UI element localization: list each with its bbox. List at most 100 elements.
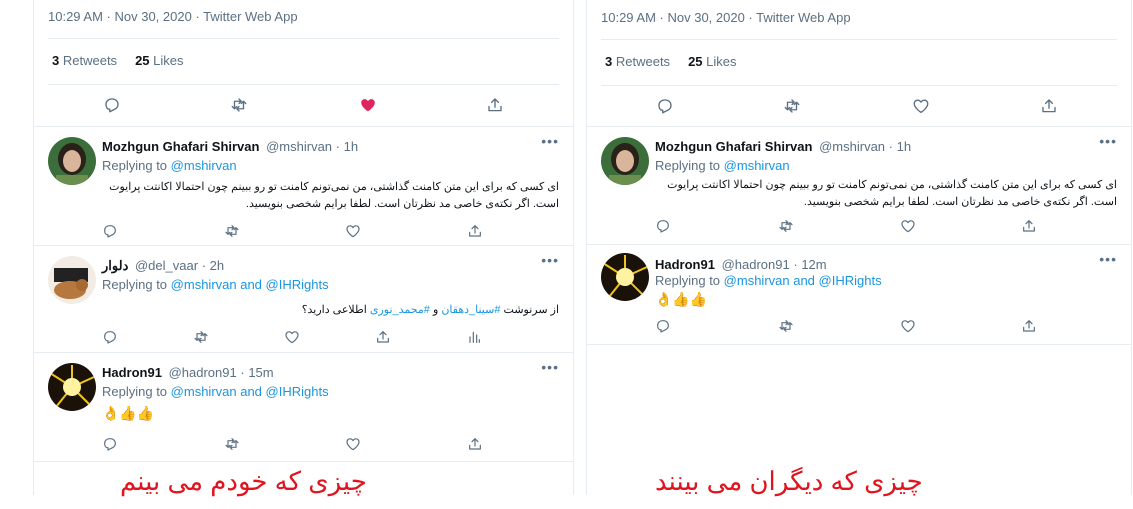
user-name[interactable]: Hadron91 — [655, 257, 715, 272]
divider — [601, 39, 1117, 40]
avatar[interactable] — [48, 256, 96, 304]
like-icon[interactable] — [345, 223, 361, 239]
user-name[interactable]: Hadron91 — [102, 365, 162, 380]
separator-dot: · — [335, 139, 340, 154]
replying-to-link[interactable]: @mshirvan and @IHRights — [724, 273, 882, 288]
replying-to-link[interactable]: @mshirvan and @IHRights — [171, 384, 329, 399]
replying-to-link[interactable]: @mshirvan — [171, 158, 237, 173]
share-icon[interactable] — [467, 436, 483, 452]
left-tweet-panel: 10:29 AM · Nov 30, 2020 · Twitter Web Ap… — [33, 0, 574, 495]
more-options-icon[interactable]: ••• — [1099, 251, 1117, 267]
timestamp[interactable]: 2h — [210, 258, 224, 273]
reply-actions — [102, 436, 559, 454]
reply-actions — [102, 329, 559, 347]
timestamp[interactable]: 1h — [897, 139, 911, 154]
replying-to: Replying to @mshirvan and @IHRights — [655, 273, 882, 288]
avatar[interactable] — [48, 137, 96, 185]
likes-link[interactable]: 25 Likes — [135, 53, 183, 68]
user-name[interactable]: Mozhgun Ghafari Shirvan — [655, 139, 812, 154]
timestamp[interactable]: 1h — [344, 139, 358, 154]
more-options-icon[interactable]: ••• — [541, 133, 559, 149]
tweet-action-bar — [34, 88, 573, 122]
reply-text: ای کسی که برای این متن کامنت گذاشتی، من … — [109, 181, 559, 210]
tweet-metadata: 10:29 AM · Nov 30, 2020 · Twitter Web Ap… — [601, 10, 851, 25]
reply-text: 👌👍👍 — [102, 405, 155, 421]
avatar[interactable] — [601, 137, 649, 185]
user-handle[interactable]: @hadron91 — [722, 257, 790, 272]
replying-to-link[interactable]: @mshirvan — [724, 158, 790, 173]
right-caption: چیزی که دیگران می بینند — [655, 466, 923, 496]
analytics-icon[interactable] — [466, 329, 482, 345]
replying-to: Replying to @mshirvan — [102, 158, 237, 173]
retweets-link[interactable]: 3 Retweets — [605, 54, 670, 69]
user-name[interactable]: Mozhgun Ghafari Shirvan — [102, 139, 259, 154]
reply-header: دلوار @del_vaar · 2h — [102, 258, 224, 274]
timestamp[interactable]: 15m — [248, 365, 273, 380]
reply-icon[interactable] — [102, 436, 118, 452]
reply-icon[interactable] — [655, 218, 671, 234]
like-icon[interactable] — [345, 436, 361, 452]
retweet-icon[interactable] — [230, 96, 248, 114]
like-icon[interactable] — [900, 318, 916, 334]
replying-to: Replying to @mshirvan and @IHRights — [102, 384, 329, 399]
more-options-icon[interactable]: ••• — [1099, 133, 1117, 149]
hashtag-link[interactable]: #سینا_دهقان — [441, 304, 500, 316]
retweet-icon[interactable] — [778, 318, 794, 334]
share-icon[interactable] — [375, 329, 391, 345]
replying-to: Replying to @mshirvan — [655, 158, 790, 173]
reply-icon[interactable] — [102, 223, 118, 239]
likes-link[interactable]: 25 Likes — [688, 54, 736, 69]
like-icon[interactable] — [284, 329, 300, 345]
like-icon[interactable] — [900, 218, 916, 234]
share-icon[interactable] — [486, 96, 504, 114]
reply-tweet[interactable]: Hadron91 @hadron91 · 12m ••• Replying to… — [587, 245, 1131, 345]
reply-tweet[interactable]: Hadron91 @hadron91 · 15m ••• Replying to… — [34, 353, 573, 462]
user-handle[interactable]: @del_vaar — [135, 258, 198, 273]
reply-header: Mozhgun Ghafari Shirvan @mshirvan · 1h — [655, 139, 911, 154]
separator-dot: · — [201, 258, 207, 273]
reply-icon[interactable] — [102, 329, 118, 345]
reply-tweet[interactable]: دلوار @del_vaar · 2h ••• Replying to @ms… — [34, 246, 573, 353]
tweet-action-bar — [587, 89, 1131, 123]
reply-icon[interactable] — [656, 97, 674, 115]
retweet-icon[interactable] — [778, 218, 794, 234]
avatar[interactable] — [48, 363, 96, 411]
reply-tweet[interactable]: Mozhgun Ghafari Shirvan @mshirvan · 1h •… — [34, 127, 573, 246]
reply-icon[interactable] — [103, 96, 121, 114]
like-icon-filled[interactable] — [359, 96, 377, 114]
tweet-metadata: 10:29 AM · Nov 30, 2020 · Twitter Web Ap… — [48, 9, 298, 24]
more-options-icon[interactable]: ••• — [541, 252, 559, 268]
user-handle[interactable]: @mshirvan — [266, 139, 332, 154]
reply-icon[interactable] — [655, 318, 671, 334]
share-icon[interactable] — [1040, 97, 1058, 115]
reply-actions — [102, 223, 559, 241]
tweet-stats: 3 Retweets 25 Likes — [52, 53, 184, 68]
reply-text: 👌👍👍 — [655, 291, 708, 307]
retweets-link[interactable]: 3 Retweets — [52, 53, 117, 68]
like-icon[interactable] — [912, 97, 930, 115]
replying-to-link[interactable]: @mshirvan and @IHRights — [171, 277, 329, 292]
right-tweet-panel: 10:29 AM · Nov 30, 2020 · Twitter Web Ap… — [586, 0, 1132, 495]
divider — [601, 85, 1117, 86]
more-options-icon[interactable]: ••• — [541, 359, 559, 375]
user-handle[interactable]: @mshirvan — [819, 139, 885, 154]
reply-tweet[interactable]: Mozhgun Ghafari Shirvan @mshirvan · 1h •… — [587, 127, 1131, 245]
hashtag-link[interactable]: #محمد_نوری — [370, 304, 430, 316]
retweet-icon[interactable] — [224, 436, 240, 452]
divider — [48, 84, 559, 85]
share-icon[interactable] — [1021, 218, 1037, 234]
reply-header: Mozhgun Ghafari Shirvan @mshirvan · 1h — [102, 139, 358, 154]
retweet-icon[interactable] — [783, 97, 801, 115]
user-name[interactable]: دلوار — [102, 258, 128, 273]
retweet-icon[interactable] — [193, 329, 209, 345]
share-icon[interactable] — [467, 223, 483, 239]
divider — [48, 38, 559, 39]
reply-header: Hadron91 @hadron91 · 15m — [102, 365, 274, 380]
user-handle[interactable]: @hadron91 — [169, 365, 237, 380]
reply-header: Hadron91 @hadron91 · 12m — [655, 257, 827, 272]
reply-text: از سرنوشت #سینا_دهقان و #محمد_نوری اطلاع… — [301, 304, 559, 316]
retweet-icon[interactable] — [224, 223, 240, 239]
share-icon[interactable] — [1021, 318, 1037, 334]
timestamp[interactable]: 12m — [801, 257, 826, 272]
avatar[interactable] — [601, 253, 649, 301]
